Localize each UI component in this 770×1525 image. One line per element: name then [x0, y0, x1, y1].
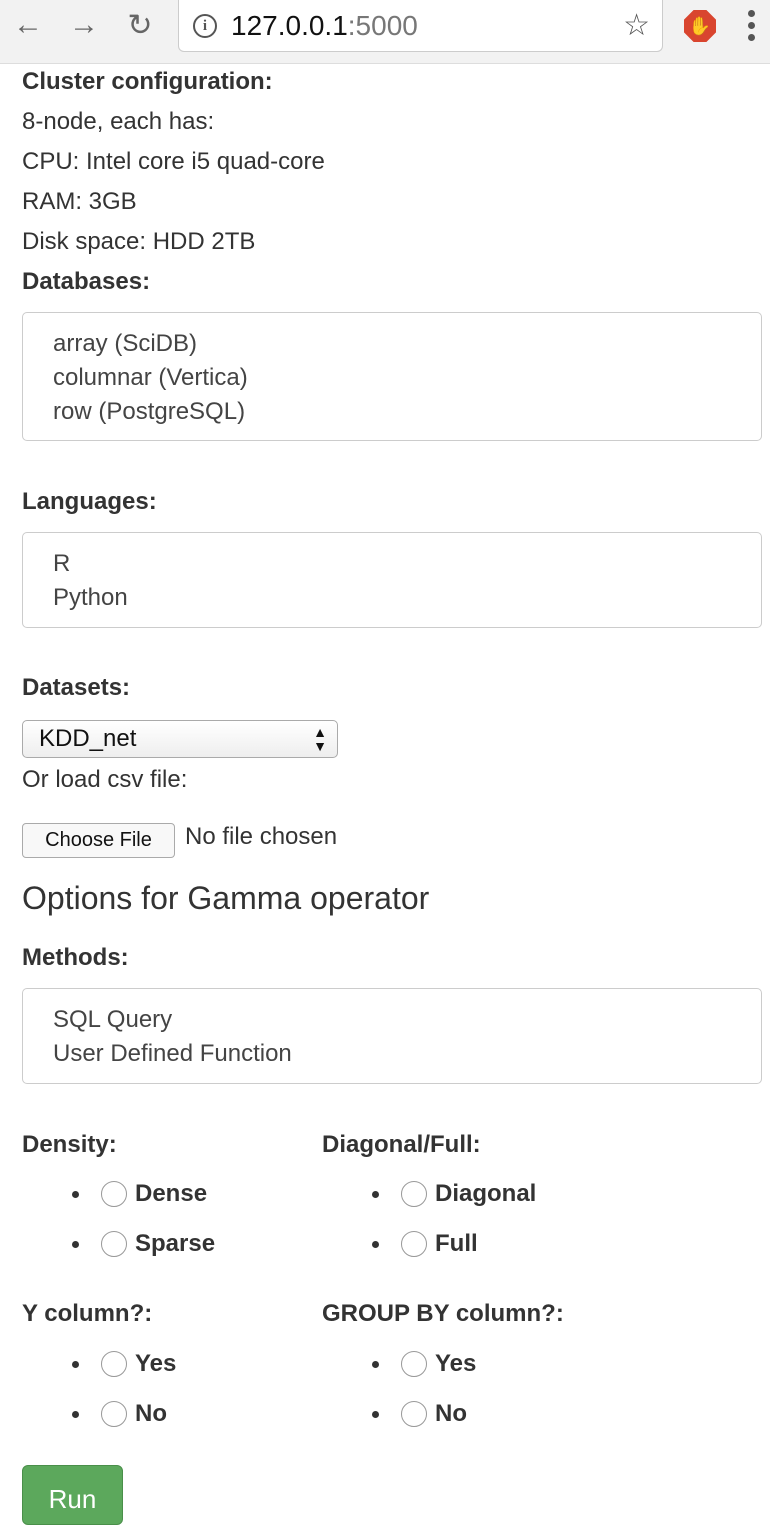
radio-sparse[interactable]: Sparse [72, 1230, 215, 1258]
address-bar[interactable]: i 127.0.0.1:5000 ☆ [178, 0, 663, 52]
list-option[interactable]: User Defined Function [53, 1037, 731, 1071]
radio-circle[interactable] [401, 1181, 427, 1207]
adblock-icon[interactable]: ✋ [684, 10, 716, 42]
choose-file-button[interactable]: Choose File [22, 823, 175, 858]
list-option[interactable]: R [53, 547, 731, 581]
cluster-line: CPU: Intel core i5 quad-core [22, 148, 325, 175]
radio-groupby-yes[interactable]: Yes [372, 1350, 476, 1378]
radio-circle[interactable] [101, 1181, 127, 1207]
list-option[interactable]: Python [53, 581, 731, 615]
list-option[interactable]: array (SciDB) [53, 327, 731, 361]
url-port: :5000 [347, 10, 418, 41]
methods-label: Methods: [22, 944, 129, 971]
radio-circle[interactable] [401, 1401, 427, 1427]
list-option[interactable]: SQL Query [53, 1003, 731, 1037]
radio-ycol-no[interactable]: No [72, 1400, 167, 1428]
radio-circle[interactable] [401, 1231, 427, 1257]
languages-listbox[interactable]: R Python [22, 532, 762, 628]
url-host: 127.0.0.1 [231, 10, 348, 41]
radio-full[interactable]: Full [372, 1230, 478, 1258]
ycol-label: Y column?: [22, 1300, 153, 1327]
databases-listbox[interactable]: array (SciDB) columnar (Vertica) row (Po… [22, 312, 762, 441]
cluster-line: 8-node, each has: [22, 108, 215, 135]
radio-circle[interactable] [101, 1231, 127, 1257]
databases-label: Databases: [22, 268, 151, 295]
back-icon[interactable]: ← [10, 8, 46, 42]
dataset-select[interactable]: KDD_net ▲ ▼ [22, 720, 338, 758]
run-button[interactable]: Run [22, 1465, 123, 1525]
radio-circle[interactable] [401, 1351, 427, 1377]
reload-icon[interactable]: ↻ [122, 8, 158, 43]
no-file-text: No file chosen [185, 823, 338, 850]
radio-circle[interactable] [101, 1401, 127, 1427]
csv-label: Or load csv file: [22, 766, 188, 793]
menu-icon[interactable] [748, 10, 756, 46]
select-arrows-icon: ▲ ▼ [313, 724, 327, 754]
groupby-label: GROUP BY column?: [322, 1300, 564, 1327]
cluster-line: Disk space: HDD 2TB [22, 228, 256, 255]
cluster-title: Cluster configuration: [22, 68, 273, 95]
cluster-line: RAM: 3GB [22, 188, 137, 215]
info-icon[interactable]: i [193, 14, 217, 38]
gamma-heading: Options for Gamma operator [22, 880, 430, 916]
bookmark-star-icon[interactable]: ☆ [623, 8, 650, 43]
radio-dense[interactable]: Dense [72, 1180, 207, 1208]
browser-toolbar: ← → ↻ i 127.0.0.1:5000 ☆ ✋ [0, 0, 770, 64]
languages-label: Languages: [22, 488, 157, 515]
methods-listbox[interactable]: SQL Query User Defined Function [22, 988, 762, 1084]
diagonal-label: Diagonal/Full: [322, 1131, 481, 1158]
list-option[interactable]: row (PostgreSQL) [53, 395, 731, 429]
list-option[interactable]: columnar (Vertica) [53, 361, 731, 395]
dataset-selected: KDD_net [39, 725, 137, 752]
radio-groupby-no[interactable]: No [372, 1400, 467, 1428]
radio-circle[interactable] [101, 1351, 127, 1377]
radio-diagonal[interactable]: Diagonal [372, 1180, 536, 1208]
datasets-label: Datasets: [22, 674, 131, 701]
density-label: Density: [22, 1131, 117, 1158]
radio-ycol-yes[interactable]: Yes [72, 1350, 176, 1378]
forward-icon[interactable]: → [66, 8, 102, 42]
